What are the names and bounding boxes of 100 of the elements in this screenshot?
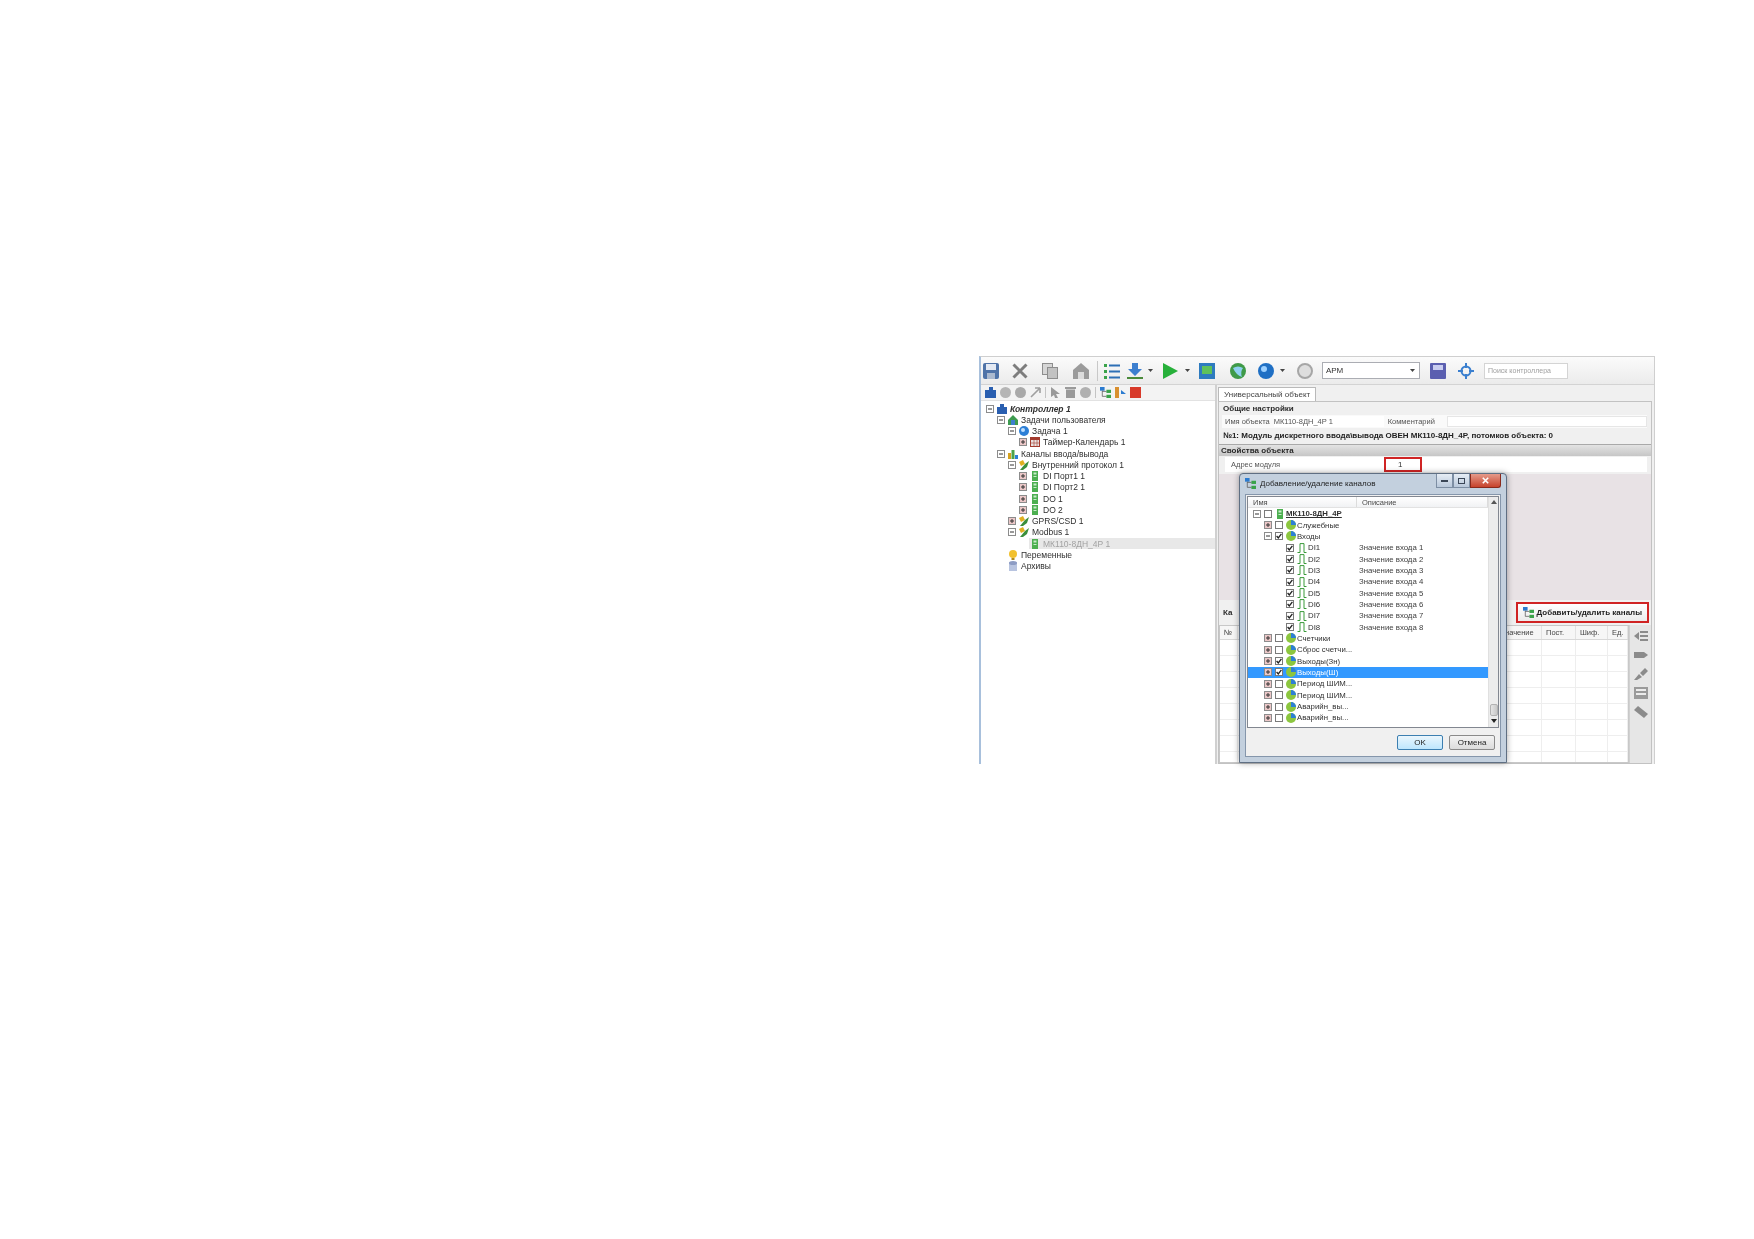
- pointer-icon[interactable]: [1050, 387, 1061, 398]
- expand-icon[interactable]: [1264, 713, 1272, 722]
- scroll-up-icon[interactable]: [1490, 500, 1497, 504]
- comment-field[interactable]: [1446, 416, 1647, 427]
- caret-icon[interactable]: [1280, 369, 1285, 372]
- caret-icon[interactable]: [1148, 369, 1153, 372]
- tree-icon[interactable]: [1522, 606, 1534, 618]
- copy-icon[interactable]: [1042, 362, 1058, 379]
- checkbox[interactable]: [1286, 611, 1294, 620]
- expand-icon[interactable]: [1264, 634, 1272, 643]
- tree-item[interactable]: DI Порт2 1: [1029, 481, 1088, 493]
- profile-select[interactable]: АРМ: [1322, 362, 1420, 379]
- house-icon[interactable]: [1073, 362, 1089, 379]
- checkbox[interactable]: [1275, 691, 1283, 700]
- tree-item[interactable]: DO 2: [1029, 504, 1066, 516]
- sort-icon[interactable]: [1115, 387, 1126, 398]
- collapse-icon[interactable]: [986, 404, 994, 413]
- checkbox[interactable]: [1275, 521, 1283, 529]
- tree-item[interactable]: GPRS/CSD 1: [1018, 515, 1087, 527]
- brush-icon[interactable]: [1633, 668, 1648, 680]
- checkbox[interactable]: [1275, 634, 1283, 643]
- ball-icon: [1286, 531, 1296, 542]
- arrow-icon[interactable]: [1030, 387, 1041, 398]
- caret-icon[interactable]: [1410, 369, 1415, 372]
- checkbox[interactable]: [1286, 577, 1294, 586]
- collapse-icon[interactable]: [997, 415, 1005, 424]
- tree-item[interactable]: Таймер-Календарь 1: [1029, 436, 1129, 448]
- checkbox[interactable]: [1286, 555, 1294, 564]
- minimize-button[interactable]: [1436, 474, 1453, 488]
- tag-icon[interactable]: [1633, 649, 1648, 661]
- checkbox[interactable]: [1275, 713, 1283, 722]
- checkbox[interactable]: [1275, 679, 1283, 688]
- expand-icon[interactable]: [1264, 679, 1272, 688]
- checkbox[interactable]: [1286, 623, 1294, 632]
- checkbox[interactable]: [1275, 668, 1283, 677]
- circle-icon[interactable]: [1297, 362, 1313, 379]
- scrollbar[interactable]: [1488, 497, 1498, 727]
- checkbox[interactable]: [1286, 543, 1294, 552]
- tree-item[interactable]: Задачи пользователя: [1007, 414, 1109, 426]
- expand-icon[interactable]: [1264, 691, 1272, 700]
- expand-icon[interactable]: [1019, 505, 1027, 514]
- checkbox[interactable]: [1275, 657, 1283, 666]
- expand-icon[interactable]: [1019, 472, 1027, 481]
- checkbox[interactable]: [1286, 589, 1294, 598]
- collapse-icon[interactable]: [1008, 528, 1016, 537]
- checkbox[interactable]: [1286, 566, 1294, 575]
- tree-icon[interactable]: [1100, 387, 1111, 398]
- tree-icon[interactable]: [1245, 478, 1256, 489]
- scroll-down-icon[interactable]: [1490, 719, 1497, 723]
- globe-icon[interactable]: [1230, 362, 1246, 379]
- play-icon[interactable]: [1162, 362, 1178, 379]
- checkbox[interactable]: [1275, 702, 1283, 711]
- expand-icon[interactable]: [1264, 645, 1272, 654]
- expand-icon[interactable]: [1264, 668, 1272, 677]
- device-icon[interactable]: [1430, 362, 1446, 379]
- tab[interactable]: Универсальный объект: [1218, 387, 1317, 401]
- collapse-icon[interactable]: [1253, 509, 1261, 518]
- expand-icon[interactable]: [1019, 494, 1027, 503]
- close-button[interactable]: [1470, 474, 1501, 488]
- download-icon[interactable]: [1127, 362, 1143, 379]
- expand-icon[interactable]: [1008, 517, 1016, 526]
- checkbox[interactable]: [1275, 645, 1283, 654]
- collapse-icon[interactable]: [997, 449, 1005, 458]
- checkbox[interactable]: [1264, 509, 1272, 518]
- tree-item[interactable]: DO 1: [1029, 493, 1066, 505]
- sphere-icon[interactable]: [1258, 362, 1274, 379]
- tree-item[interactable]: Внутренний протокол 1: [1018, 459, 1127, 471]
- value-field[interactable]: 1: [1384, 457, 1422, 472]
- dialog-button[interactable]: Отмена: [1449, 734, 1495, 750]
- puzzle-icon[interactable]: [985, 387, 996, 398]
- expand-icon[interactable]: [1264, 521, 1272, 529]
- tree-item[interactable]: Архивы: [1007, 560, 1054, 572]
- dialog-button[interactable]: OK: [1397, 734, 1443, 750]
- tree-item[interactable]: Переменные: [1007, 549, 1076, 561]
- checkbox[interactable]: [1275, 532, 1283, 541]
- expand-icon[interactable]: [1019, 438, 1027, 447]
- tree-item[interactable]: DI Порт1 1: [1029, 470, 1088, 482]
- crosshair-icon[interactable]: [1458, 362, 1474, 379]
- expand-icon[interactable]: [1264, 657, 1272, 666]
- bin-icon[interactable]: [1065, 387, 1076, 398]
- checkbox[interactable]: [1286, 600, 1294, 609]
- tree-item[interactable]: Modbus 1: [1018, 526, 1073, 538]
- collapse-icon[interactable]: [1008, 460, 1016, 469]
- expand-icon[interactable]: [1264, 702, 1272, 711]
- tree-item[interactable]: Каналы ввода/вывода: [1007, 448, 1112, 460]
- tree-item[interactable]: Контроллер 1: [996, 403, 1074, 415]
- indent-icon[interactable]: [1633, 630, 1648, 642]
- caret-icon[interactable]: [1185, 369, 1190, 372]
- eraser-icon[interactable]: [1633, 706, 1648, 718]
- tree-item[interactable]: Задача 1: [1018, 425, 1071, 437]
- form-icon[interactable]: [1633, 687, 1648, 699]
- maximize-button[interactable]: [1453, 474, 1470, 488]
- list-icon[interactable]: [1104, 362, 1120, 379]
- scrollbar-thumb[interactable]: [1489, 704, 1498, 716]
- monitor-icon[interactable]: [1199, 362, 1215, 379]
- save-icon[interactable]: [983, 362, 999, 379]
- expand-icon[interactable]: [1019, 483, 1027, 492]
- cross-icon[interactable]: [1012, 362, 1028, 379]
- add-remove-channels-button[interactable]: Добавить/удалить каналы: [1515, 601, 1649, 623]
- collapse-icon[interactable]: [1008, 427, 1016, 436]
